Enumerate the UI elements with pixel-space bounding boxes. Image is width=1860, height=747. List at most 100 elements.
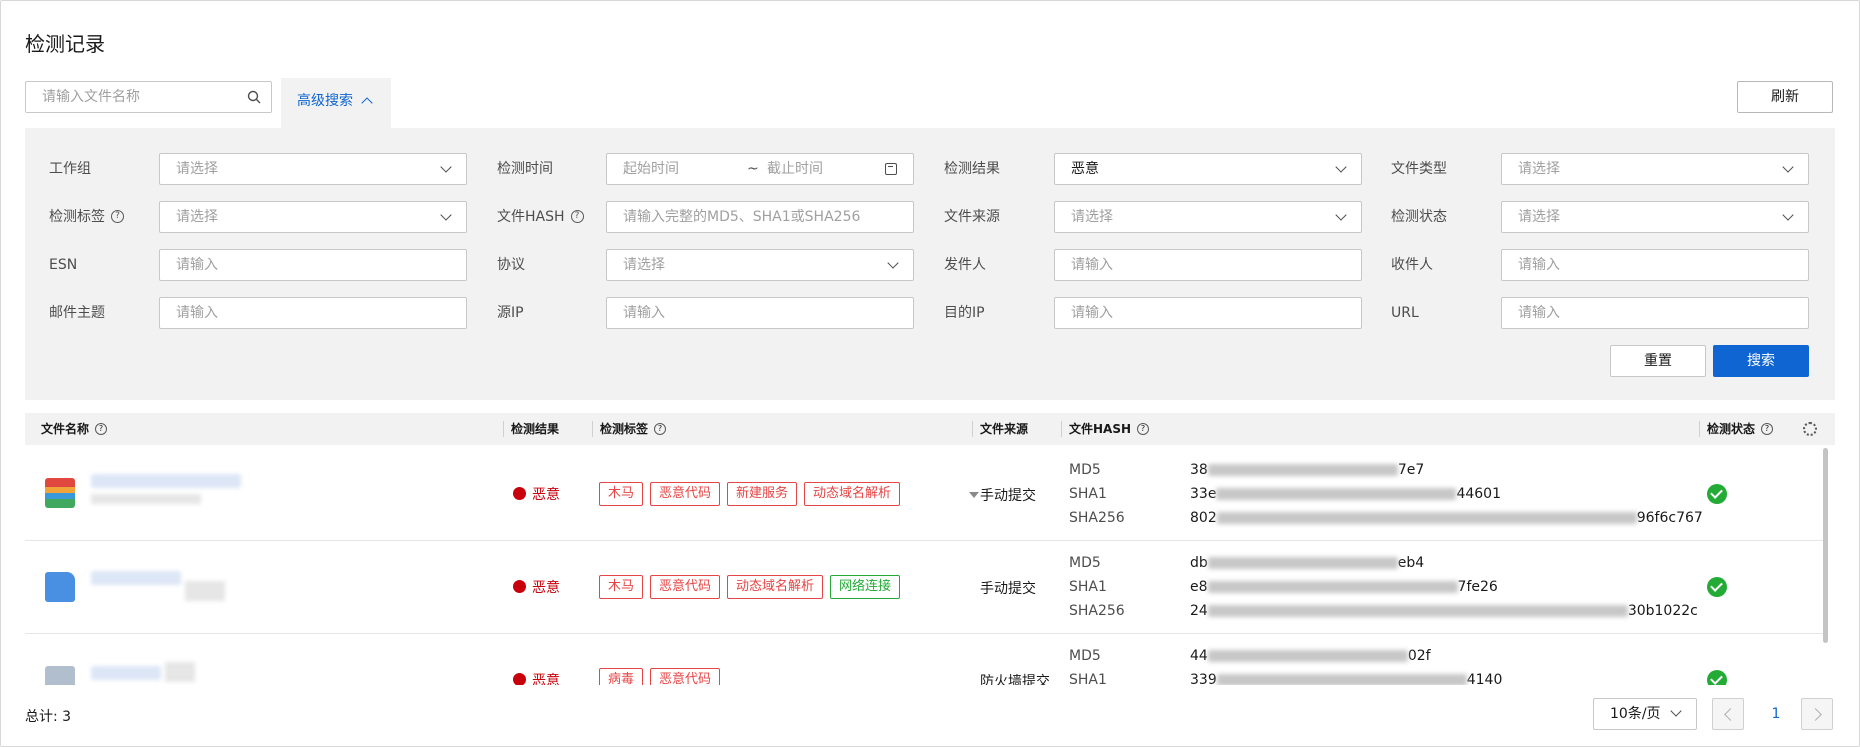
file-hash-label-text: 文件HASH bbox=[497, 209, 565, 225]
src-ip-label: 源IP bbox=[497, 305, 524, 321]
chevron-down-icon bbox=[1782, 161, 1794, 173]
detect-tag-select[interactable]: 请选择 bbox=[159, 201, 467, 233]
col-hash[interactable]: 文件HASH? bbox=[1061, 413, 1150, 445]
file-name-blurred[interactable] bbox=[91, 571, 181, 585]
tag: 恶意代码 bbox=[650, 482, 721, 506]
file-subtext-blurred bbox=[165, 662, 195, 682]
chevron-down-icon bbox=[440, 209, 452, 221]
exe-file-icon bbox=[45, 572, 75, 602]
file-source-label: 文件来源 bbox=[944, 209, 1000, 225]
mail-subject-label: 邮件主题 bbox=[49, 305, 105, 321]
tag: 新建服务 bbox=[727, 482, 798, 506]
sha1-value: 339 4140 bbox=[1190, 668, 1502, 685]
file-source-placeholder: 请选择 bbox=[1071, 209, 1113, 225]
file-source-select[interactable]: 请选择 bbox=[1054, 201, 1362, 233]
chevron-down-icon bbox=[1670, 705, 1682, 717]
total-count: 总计: 3 bbox=[25, 709, 72, 725]
search-icon[interactable] bbox=[247, 90, 261, 104]
col-tags[interactable]: 检测标签? bbox=[592, 413, 667, 445]
help-icon[interactable]: ? bbox=[95, 422, 108, 435]
sender-input[interactable]: 请输入 bbox=[1054, 249, 1362, 281]
detect-status-select[interactable]: 请选择 bbox=[1501, 201, 1809, 233]
chevron-left-icon bbox=[1724, 708, 1737, 721]
file-type-label: 文件类型 bbox=[1391, 161, 1447, 177]
esn-input[interactable]: 请输入 bbox=[159, 249, 467, 281]
src-ip-input[interactable]: 请输入 bbox=[606, 297, 914, 329]
chevron-down-icon bbox=[1335, 209, 1347, 221]
search-input[interactable] bbox=[26, 82, 236, 112]
col-source-label: 文件来源 bbox=[980, 422, 1029, 436]
detect-time-range[interactable]: 起始时间 ~ 截止时间 bbox=[606, 153, 914, 185]
status-success-icon bbox=[1707, 484, 1727, 504]
mail-subject-placeholder: 请输入 bbox=[176, 305, 218, 321]
detect-status-label: 检测状态 bbox=[1391, 209, 1447, 225]
redacted-mask bbox=[1207, 605, 1628, 617]
chevron-up-icon bbox=[361, 97, 373, 109]
help-icon[interactable]: ? bbox=[654, 422, 667, 435]
tag: 病毒 bbox=[599, 668, 644, 685]
table-row[interactable]: 恶意 病毒 恶意代码 防火墙提交 MD5 44 02f SHA1 339 4140 bbox=[25, 634, 1825, 685]
receiver-input[interactable]: 请输入 bbox=[1501, 249, 1809, 281]
sender-label: 发件人 bbox=[944, 257, 986, 273]
column-divider bbox=[503, 421, 504, 437]
detect-result-select[interactable]: 恶意 bbox=[1054, 153, 1362, 185]
current-page[interactable]: 1 bbox=[1760, 698, 1792, 730]
file-name-blurred[interactable] bbox=[91, 666, 161, 680]
workgroup-select[interactable]: 请选择 bbox=[159, 153, 467, 185]
file-hash-input[interactable]: 请输入完整的MD5、SHA1或SHA256 bbox=[606, 201, 914, 233]
advanced-search-label: 高级搜索 bbox=[297, 93, 353, 109]
col-result[interactable]: 检测结果 bbox=[503, 413, 559, 445]
help-icon[interactable]: ? bbox=[1137, 422, 1150, 435]
sha256-label: SHA256 bbox=[1069, 603, 1125, 619]
result-text: 恶意 bbox=[532, 580, 560, 596]
file-name-search[interactable] bbox=[25, 81, 272, 113]
search-button[interactable]: 搜索 bbox=[1713, 345, 1809, 377]
help-icon[interactable]: ? bbox=[1761, 422, 1774, 435]
chevron-down-icon bbox=[1335, 161, 1347, 173]
md5-suffix: 7e7 bbox=[1397, 462, 1425, 478]
receiver-placeholder: 请输入 bbox=[1518, 257, 1560, 273]
file-type-select[interactable]: 请选择 bbox=[1501, 153, 1809, 185]
help-icon[interactable]: ? bbox=[570, 209, 584, 223]
prev-page-button[interactable] bbox=[1712, 698, 1744, 730]
page-size-select[interactable]: 10条/页 bbox=[1593, 698, 1697, 730]
advanced-search-tab[interactable]: 高级搜索 bbox=[281, 78, 391, 128]
mail-subject-input[interactable]: 请输入 bbox=[159, 297, 467, 329]
md5-value: 38 7e7 bbox=[1190, 458, 1424, 482]
table-scrollbar[interactable] bbox=[1823, 448, 1828, 643]
file-type-placeholder: 请选择 bbox=[1518, 161, 1560, 177]
col-file-name[interactable]: 文件名称? bbox=[25, 413, 108, 445]
redacted-mask bbox=[1207, 650, 1408, 662]
table-row[interactable]: 恶意 木马 恶意代码 动态域名解析 网络连接 手动提交 MD5 db eb4 SHA1 e8… bbox=[25, 541, 1825, 634]
sha1-value: 33e 44601 bbox=[1190, 482, 1501, 506]
protocol-select[interactable]: 请选择 bbox=[606, 249, 914, 281]
md5-value: db eb4 bbox=[1190, 551, 1424, 575]
table-row[interactable]: 恶意 木马 恶意代码 新建服务 动态域名解析 手动提交 MD5 38 7e7 SHA1 33… bbox=[25, 448, 1825, 541]
tag: 恶意代码 bbox=[650, 575, 721, 599]
reset-button[interactable]: 重置 bbox=[1610, 345, 1706, 377]
workgroup-placeholder: 请选择 bbox=[176, 161, 218, 177]
page-size-value: 10条/页 bbox=[1610, 706, 1661, 722]
col-status[interactable]: 检测状态? bbox=[1699, 413, 1774, 445]
expand-tags-icon[interactable] bbox=[969, 492, 979, 498]
table-header: 文件名称? 检测结果 检测标签? 文件来源 文件HASH? 检测状态? bbox=[25, 413, 1835, 445]
help-icon[interactable]: ? bbox=[111, 209, 124, 223]
url-input[interactable]: 请输入 bbox=[1501, 297, 1809, 329]
esn-label: ESN bbox=[49, 257, 78, 273]
column-divider bbox=[1699, 421, 1700, 437]
sha1-label: SHA1 bbox=[1069, 486, 1107, 502]
calendar-icon[interactable] bbox=[885, 163, 897, 175]
redacted-mask bbox=[1207, 581, 1458, 593]
sender-placeholder: 请输入 bbox=[1071, 257, 1113, 273]
col-source[interactable]: 文件来源 bbox=[972, 413, 1028, 445]
sha1-suffix: 4140 bbox=[1466, 672, 1503, 685]
file-hash-placeholder: 请输入完整的MD5、SHA1或SHA256 bbox=[623, 209, 861, 225]
sha256-value: 802 96f6c767 bbox=[1190, 506, 1703, 530]
refresh-button[interactable]: 刷新 bbox=[1737, 81, 1833, 113]
chevron-down-icon bbox=[887, 257, 899, 269]
gear-icon[interactable] bbox=[1803, 422, 1817, 436]
file-name-blurred[interactable] bbox=[91, 474, 241, 488]
page-title: 检测记录 bbox=[25, 32, 105, 56]
dst-ip-input[interactable]: 请输入 bbox=[1054, 297, 1362, 329]
next-page-button[interactable] bbox=[1801, 698, 1833, 730]
